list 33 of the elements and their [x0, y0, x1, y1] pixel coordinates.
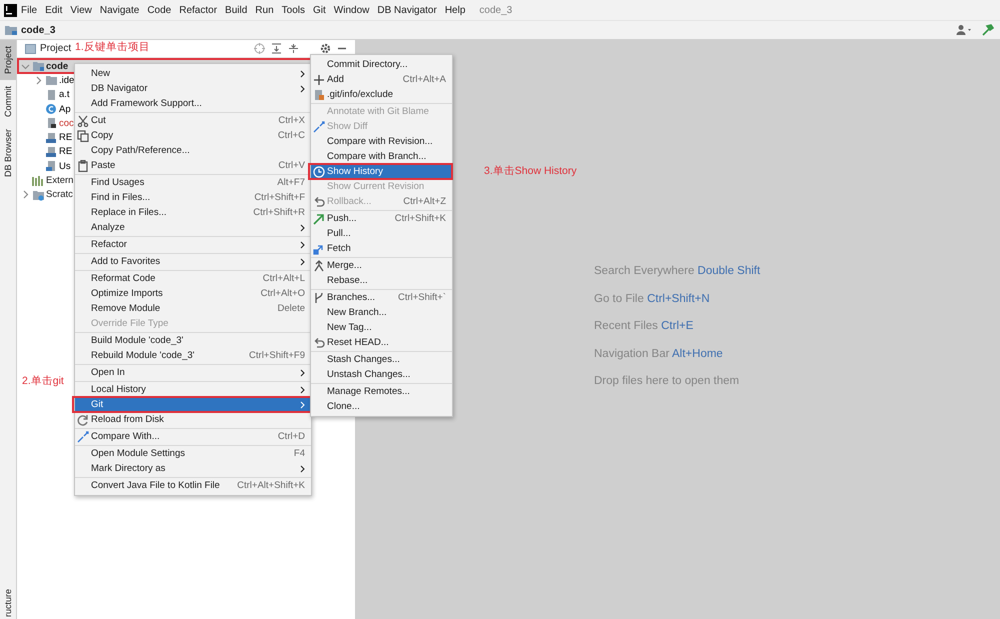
window-title: code_3	[479, 4, 512, 16]
shortcut-label: Ctrl+Shift+F	[254, 192, 305, 203]
shortcut-label: Ctrl+D	[278, 431, 305, 442]
shortcut-label: Ctrl+X	[278, 115, 305, 126]
shortcut-label: Ctrl+Shift+`	[398, 292, 446, 303]
shortcut-label: Ctrl+Shift+F9	[249, 350, 305, 361]
annotation-label: 3.单击Show History	[484, 164, 577, 178]
tree-label: RE	[59, 146, 72, 158]
tree-label: RE	[59, 132, 72, 144]
shortcut-label: Alt+F7	[277, 177, 305, 188]
tree-label: Us	[59, 160, 71, 172]
shortcut-label: Ctrl+Shift+R	[253, 207, 305, 218]
annotation-label: 1.反键单击项目	[75, 40, 150, 54]
shortcut-label: Ctrl+V	[278, 160, 305, 171]
shortcut-label: Delete	[278, 303, 305, 314]
shortcut-label: Ctrl+Alt+Z	[403, 196, 446, 207]
tree-label: Ap	[59, 104, 71, 115]
shortcut-label: Ctrl+C	[278, 130, 305, 141]
editor-hint: Navigation Bar Alt+Home	[594, 346, 724, 362]
shortcut-label: Ctrl+Alt+L	[262, 273, 305, 284]
tree-label: coc	[59, 118, 74, 129]
tree-label: a.t	[59, 89, 70, 100]
tree-label: .ide	[59, 74, 74, 86]
editor-hint: Go to File Ctrl+Shift+N	[594, 292, 711, 306]
editor-hint: Recent Files Ctrl+E	[594, 319, 694, 334]
shortcut-label: Ctrl+Alt+O	[260, 288, 305, 299]
shortcut-label: Ctrl+Shift+K	[394, 213, 446, 224]
shortcut-label: F4	[294, 448, 305, 459]
editor-hint: Drop files here to open them	[594, 374, 740, 389]
annotation-label: 2.单击git	[22, 374, 64, 388]
shortcut-label: Ctrl+Alt+Shift+K	[237, 480, 305, 491]
shortcut-label: Ctrl+Alt+A	[402, 74, 446, 85]
editor-hint: Search Everywhere Double Shift	[594, 264, 762, 279]
